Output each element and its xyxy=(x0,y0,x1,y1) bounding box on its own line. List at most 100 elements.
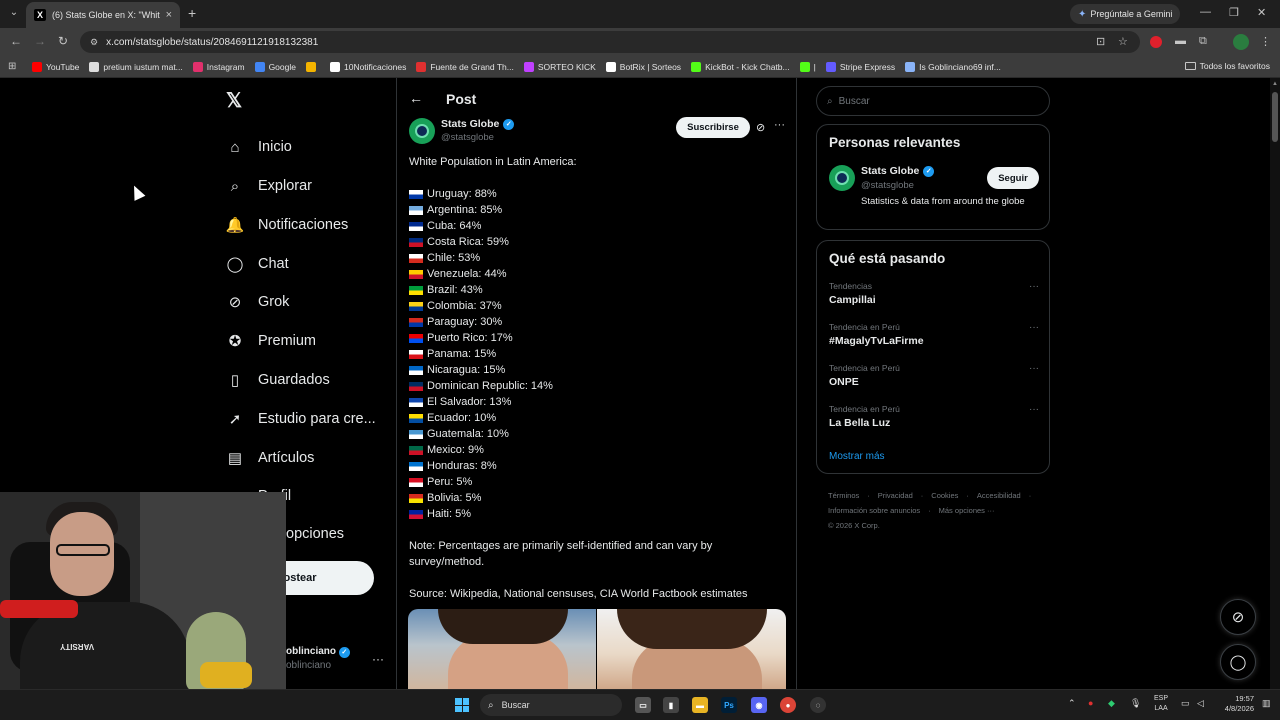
sidebar-item-premium[interactable]: ✪ Premium xyxy=(226,332,316,350)
start-icon[interactable] xyxy=(455,698,469,712)
volume-icon[interactable]: ◁ xyxy=(1197,698,1204,709)
extension-red-icon[interactable] xyxy=(1150,36,1162,48)
grok-float-icon[interactable]: ⊘ xyxy=(1220,599,1256,635)
scrollbar[interactable] xyxy=(1270,78,1280,689)
footer-link[interactable]: Más opciones ··· xyxy=(939,506,995,515)
taskbar-search[interactable]: ⌕ Buscar xyxy=(480,694,622,716)
footer-link[interactable]: Términos xyxy=(828,491,859,500)
clock[interactable]: 19:57 4/8/2026 xyxy=(1214,694,1254,714)
minimize-icon[interactable]: — xyxy=(1200,6,1211,18)
footer-link[interactable]: Accesibilidad xyxy=(977,491,1021,500)
sidebar-item-notifications[interactable]: 🔔 Notificaciones xyxy=(226,216,349,234)
follow-button[interactable]: Seguir xyxy=(987,167,1039,189)
footer-link[interactable]: Privacidad xyxy=(878,491,913,500)
all-bookmarks[interactable]: Todos los favoritos xyxy=(1184,61,1270,71)
relevant-avatar[interactable] xyxy=(829,165,855,191)
restore-icon[interactable]: ❐ xyxy=(1229,6,1239,19)
account-more-icon[interactable]: ··· xyxy=(372,652,384,666)
bookmark-item[interactable]: KickBot - Kick Chatb... xyxy=(691,61,790,72)
url-text[interactable]: x.com/statsglobe/status/2084691121918132… xyxy=(106,37,318,48)
network-icon[interactable]: ▭ xyxy=(1181,698,1190,709)
bookmark-item[interactable]: 10Notificaciones xyxy=(329,61,406,72)
tab-close-icon[interactable]: × xyxy=(166,9,172,21)
sidebar-item-explore[interactable]: ⌕ Explorar xyxy=(226,177,312,195)
trend-more-icon[interactable]: ··· xyxy=(1029,281,1039,292)
app-alt-icon[interactable]: ◌ xyxy=(810,697,826,713)
close-window-icon[interactable]: ✕ xyxy=(1257,6,1266,19)
tray-expand-icon[interactable]: ⌃ xyxy=(1068,698,1076,709)
country-text: Colombia: 37% xyxy=(427,300,502,312)
bookmark-star-icon[interactable]: ☆ xyxy=(1118,35,1128,48)
post-image-left[interactable] xyxy=(408,609,596,689)
discord-icon[interactable]: ◉ xyxy=(751,697,767,713)
trend-item[interactable]: Tendencia en Perú #MagalyTvLaFirme ··· xyxy=(829,322,1039,347)
install-app-icon[interactable]: ⊡ xyxy=(1096,35,1105,48)
bookmark-item[interactable]: SORTEO KICK xyxy=(523,61,596,72)
profile-avatar[interactable] xyxy=(1233,34,1249,50)
browser-tab-active[interactable]: X (6) Stats Globe en X: "White Po × xyxy=(26,2,180,28)
sidebar-item-chat[interactable]: ◯ Chat xyxy=(226,255,289,273)
tray-app-icon[interactable]: ● xyxy=(1088,698,1093,708)
sidebar-item-more-options[interactable]: ⋯opciones xyxy=(286,526,344,542)
author-name[interactable]: Stats Globe ✓ xyxy=(441,118,515,130)
search-input[interactable]: ⌕ Buscar xyxy=(816,86,1050,116)
sidebar-item-articles[interactable]: ▤ Artículos xyxy=(226,449,315,467)
relevant-handle[interactable]: @statsglobe xyxy=(861,180,914,191)
file-explorer-icon[interactable]: ▬ xyxy=(692,697,708,713)
extension-icon[interactable]: ▬ xyxy=(1175,35,1186,47)
post-image-right[interactable] xyxy=(597,609,786,689)
sidebar-item-home[interactable]: ⌂ Inicio xyxy=(226,138,291,156)
gemini-button[interactable]: ✦ Pregúntale a Gemini xyxy=(1070,4,1181,24)
trend-item[interactable]: Tendencia en Perú La Bella Luz ··· xyxy=(829,404,1039,429)
bookmark-item[interactable]: pretium iustum mat... xyxy=(89,61,183,72)
chrome-icon[interactable]: ● xyxy=(780,697,796,713)
author-handle[interactable]: @statsglobe xyxy=(441,132,494,143)
trend-more-icon[interactable]: ··· xyxy=(1029,322,1039,333)
bookmark-item[interactable]: Google xyxy=(254,61,296,72)
trend-item[interactable]: Tendencia en Perú ONPE ··· xyxy=(829,363,1039,388)
microphone-icon[interactable]: 🎙 xyxy=(1130,698,1141,709)
trend-item[interactable]: Tendencias Campillai ··· xyxy=(829,281,1039,306)
bookmark-item[interactable]: Fuente de Grand Th... xyxy=(416,61,514,72)
app-icon[interactable]: ▮ xyxy=(663,697,679,713)
scroll-up-icon[interactable]: ▲ xyxy=(1272,81,1278,87)
back-arrow-icon[interactable]: ← xyxy=(409,90,423,106)
footer-link[interactable]: Información sobre anuncios xyxy=(828,506,920,515)
sidebar-item-creator-studio[interactable]: ➚ Estudio para cre... xyxy=(226,410,376,428)
browser-menu-icon[interactable]: ⋮ xyxy=(1260,35,1271,48)
extensions-puzzle-icon[interactable]: ⧉ xyxy=(1199,35,1207,48)
reload-icon[interactable]: ↻ xyxy=(58,34,68,48)
bookmark-item[interactable]: BotRix | Sorteos xyxy=(605,61,681,72)
trend-more-icon[interactable]: ··· xyxy=(1029,363,1039,374)
photoshop-icon[interactable]: Ps xyxy=(721,697,737,713)
author-avatar[interactable] xyxy=(409,118,435,144)
tab-search-button[interactable]: ⌄ xyxy=(6,5,22,21)
task-view-icon[interactable]: ▭ xyxy=(635,697,651,713)
address-bar[interactable]: ⚙ x.com/statsglobe/status/20846911219181… xyxy=(80,31,1140,53)
language-indicator[interactable]: ESP LAA xyxy=(1154,694,1168,714)
sidebar-item-bookmarks[interactable]: ▯ Guardados xyxy=(226,371,330,389)
grok-icon[interactable]: ⊘ xyxy=(756,121,765,134)
relevant-name[interactable]: Stats Globe ✓ xyxy=(861,165,935,177)
subscribe-button[interactable]: Suscribirse xyxy=(676,117,750,138)
sidebar-item-grok[interactable]: ⊘ Grok xyxy=(226,293,290,311)
trend-more-icon[interactable]: ··· xyxy=(1029,404,1039,415)
notifications-icon[interactable]: ▥ xyxy=(1262,698,1271,709)
forward-icon[interactable]: → xyxy=(34,34,46,48)
site-info-icon[interactable]: ⚙ xyxy=(90,37,98,48)
tray-shield-icon[interactable]: ◆ xyxy=(1108,698,1115,709)
x-logo-icon[interactable]: 𝕏 xyxy=(226,88,242,113)
bookmark-item[interactable]: | xyxy=(799,61,816,72)
bookmark-item[interactable] xyxy=(305,61,320,72)
footer-link[interactable]: Cookies xyxy=(931,491,958,500)
chat-float-icon[interactable]: ◯ xyxy=(1220,644,1256,680)
bookmark-item[interactable]: Stripe Express xyxy=(825,61,895,72)
apps-grid-icon[interactable]: ⊞ xyxy=(8,61,32,72)
show-more-link[interactable]: Mostrar más xyxy=(829,451,885,462)
new-tab-button[interactable]: + xyxy=(188,5,196,21)
back-icon[interactable]: ← xyxy=(10,34,22,48)
more-icon[interactable]: ··· xyxy=(774,119,785,131)
bookmark-item[interactable]: Is Goblinciano69 inf... xyxy=(905,61,1001,72)
bookmark-item[interactable]: YouTube xyxy=(32,61,79,72)
bookmark-item[interactable]: Instagram xyxy=(192,61,245,72)
